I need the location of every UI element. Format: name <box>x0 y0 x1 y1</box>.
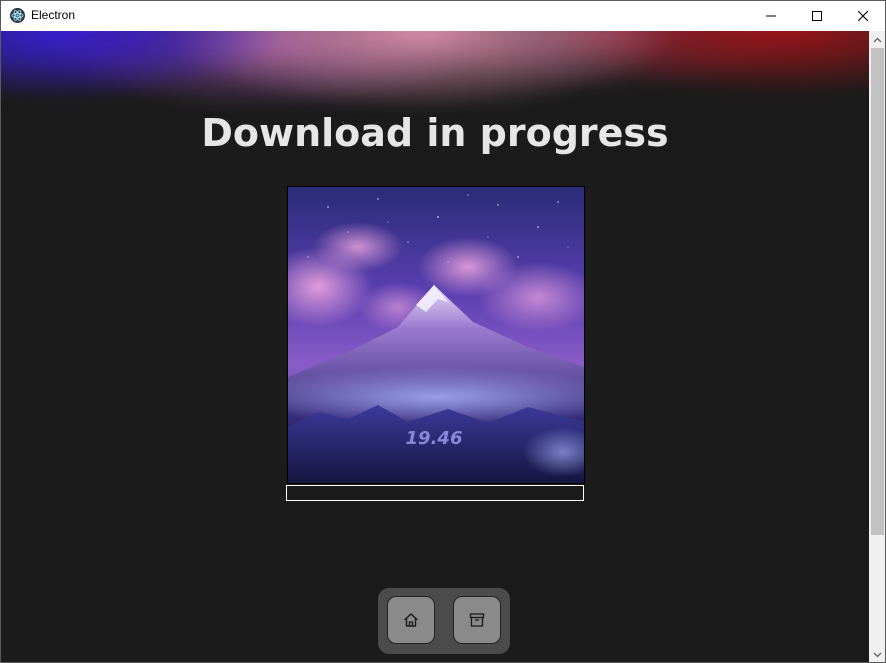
download-progress-bar <box>286 485 584 501</box>
chevron-down-icon <box>873 652 882 657</box>
chevron-up-icon <box>873 37 882 42</box>
scroll-down-button[interactable] <box>869 646 885 662</box>
cover-art-text: 19.46 <box>406 428 463 449</box>
app-window: Electron Download in progress 19.46 <box>0 0 886 663</box>
window-title: Electron <box>31 8 76 22</box>
maximize-button[interactable] <box>794 1 840 31</box>
main-content: Download in progress 19.46 <box>1 31 869 662</box>
scroll-up-button[interactable] <box>869 31 885 48</box>
home-icon <box>404 613 418 627</box>
maximize-icon <box>812 11 822 21</box>
archive-icon <box>469 613 485 627</box>
electron-icon <box>10 8 25 23</box>
close-icon <box>858 11 868 21</box>
archive-button[interactable] <box>453 596 501 644</box>
minimize-button[interactable] <box>748 1 794 31</box>
home-button[interactable] <box>387 596 435 644</box>
minimize-icon <box>766 15 776 17</box>
title-bar[interactable]: Electron <box>1 1 885 31</box>
close-button[interactable] <box>840 1 885 31</box>
bottom-dock <box>378 588 510 654</box>
cover-art: 19.46 <box>287 186 585 484</box>
scrollbar-thumb[interactable] <box>871 48 884 535</box>
page-title: Download in progress <box>201 111 669 155</box>
vertical-scrollbar[interactable] <box>869 31 885 662</box>
